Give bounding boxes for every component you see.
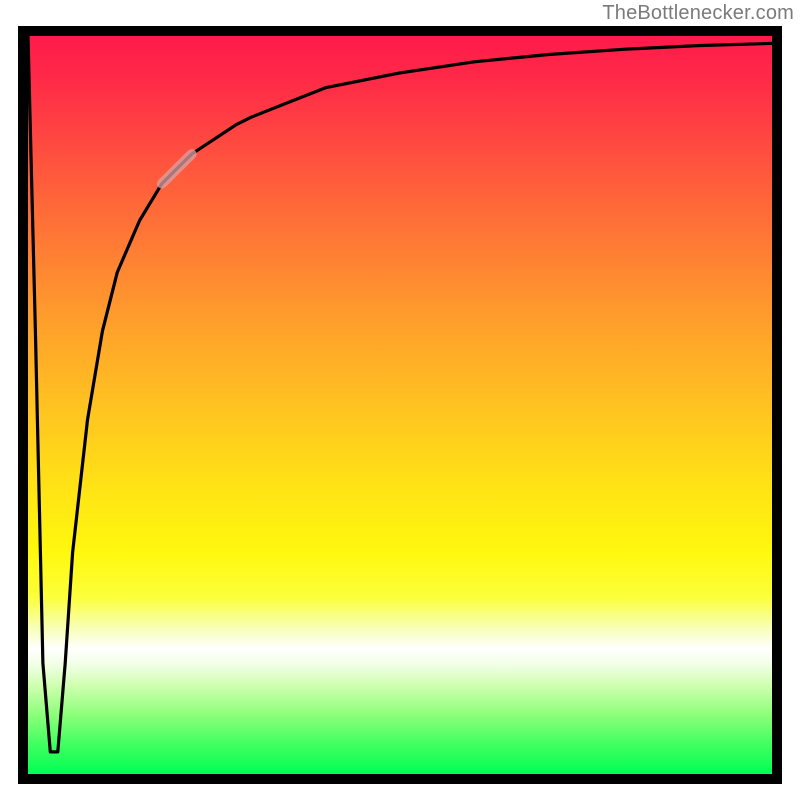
chart-plot-area	[28, 36, 772, 774]
bottleneck-curve	[28, 36, 772, 752]
curve-group	[28, 36, 772, 752]
attribution-label: TheBottlenecker.com	[602, 2, 794, 25]
highlight-segment	[162, 154, 192, 184]
chart-curve-layer	[28, 36, 772, 774]
chart-frame	[18, 26, 782, 784]
